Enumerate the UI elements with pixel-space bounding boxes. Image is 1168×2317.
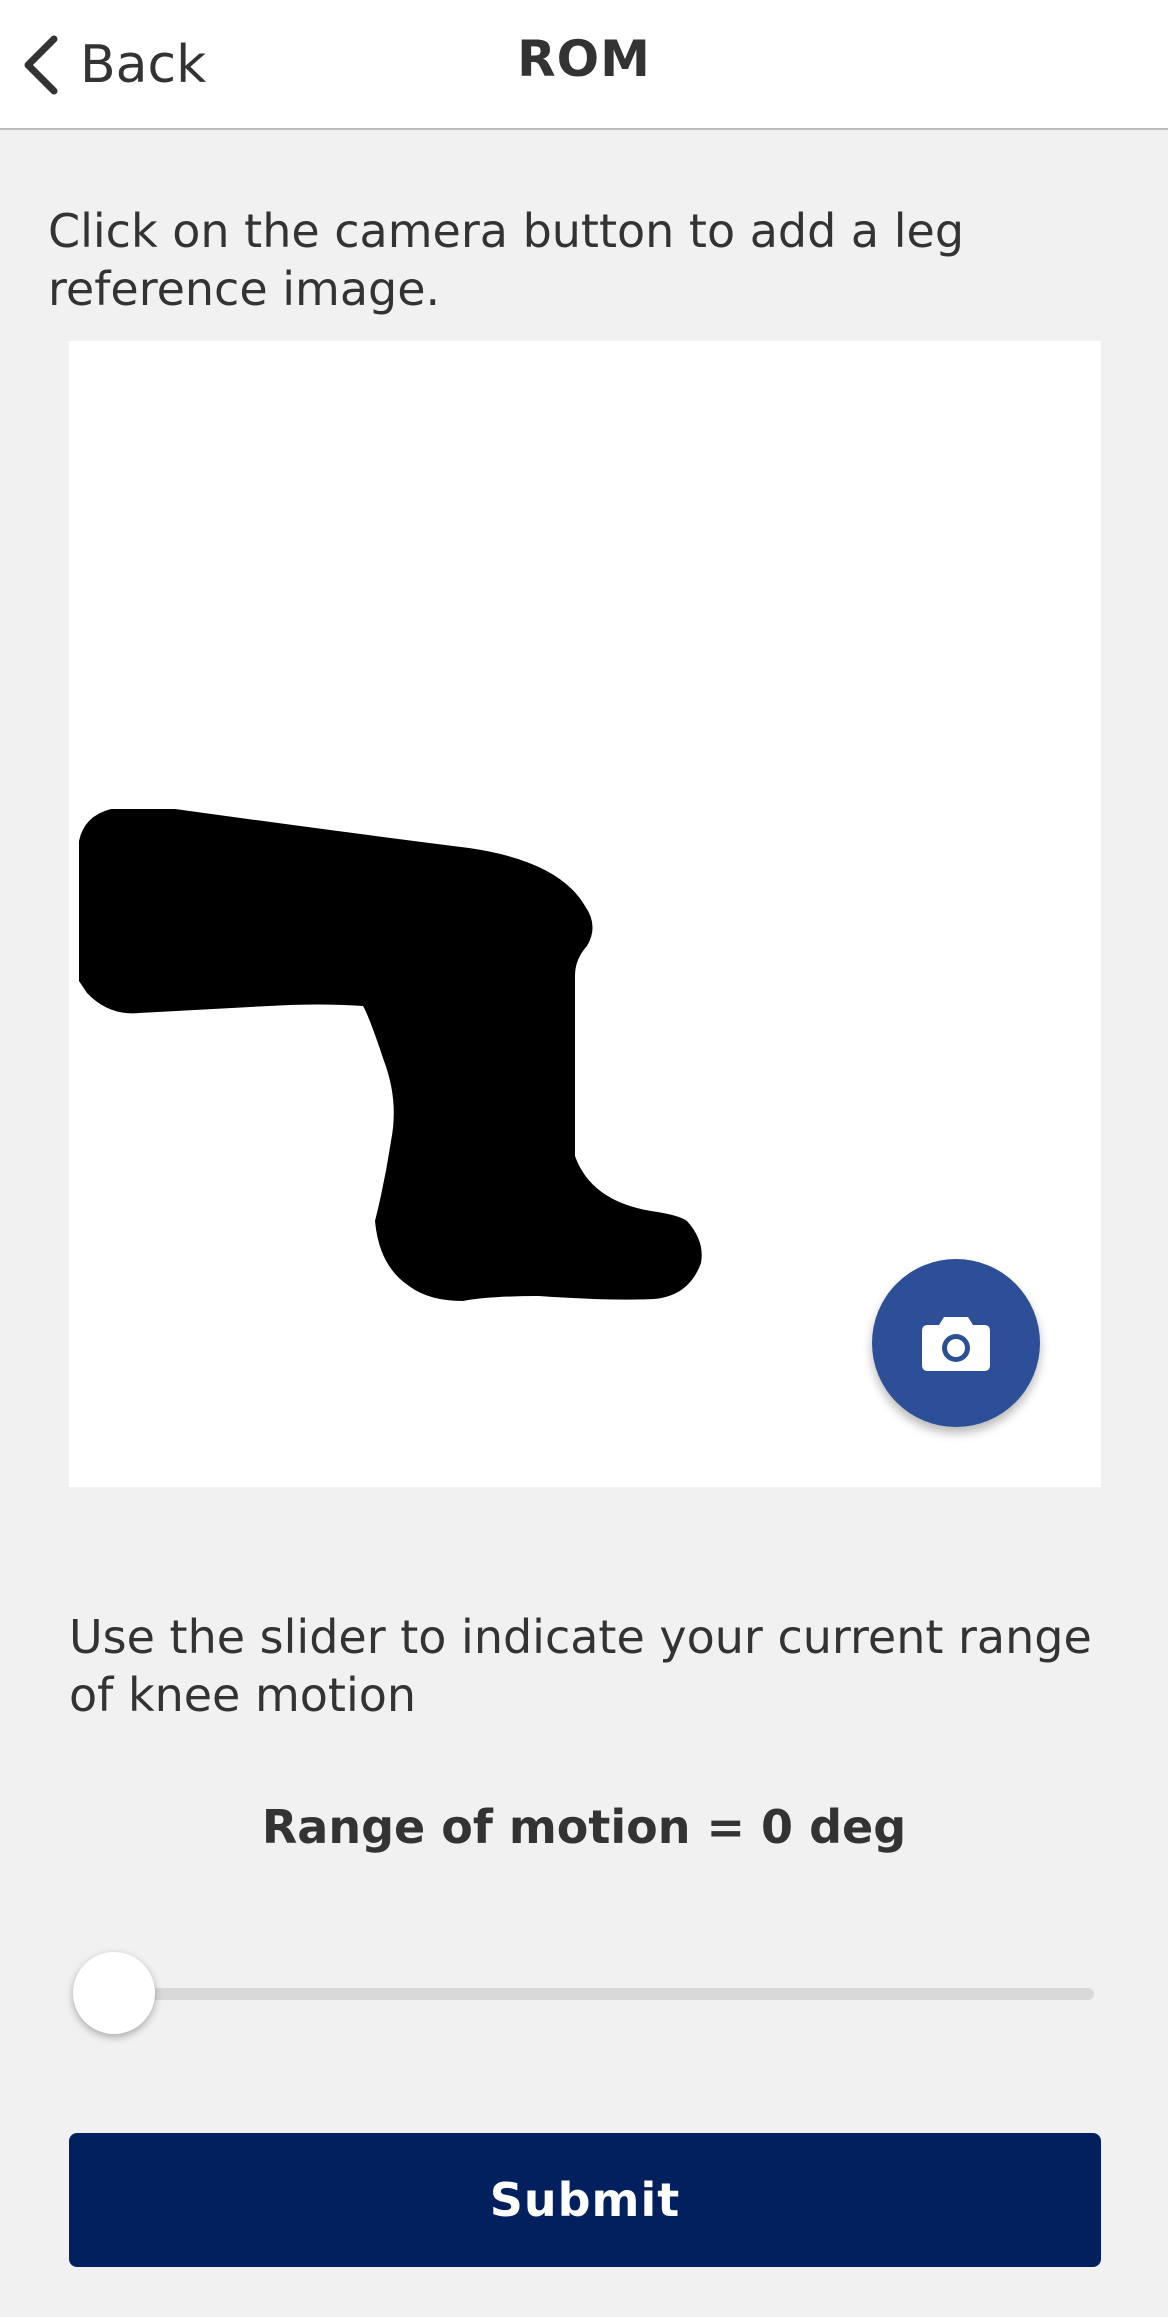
page-title: ROM [517, 30, 651, 88]
range-of-motion-readout: Range of motion = 0 deg [261, 1800, 907, 1854]
slider-thumb[interactable] [73, 1952, 155, 2034]
slider-instructions: Use the slider to indicate your current … [69, 1610, 1092, 1722]
range-of-motion-slider[interactable] [73, 1952, 1094, 2036]
image-instructions: Click on the camera button to add a leg … [48, 204, 965, 316]
submit-button[interactable]: Submit [69, 2133, 1101, 2267]
leg-reference-panel [69, 341, 1101, 1487]
camera-icon [922, 1317, 990, 1371]
top-bar: Back ROM [0, 0, 1168, 130]
camera-button[interactable] [872, 1259, 1040, 1427]
slider-track[interactable] [114, 1988, 1094, 2000]
